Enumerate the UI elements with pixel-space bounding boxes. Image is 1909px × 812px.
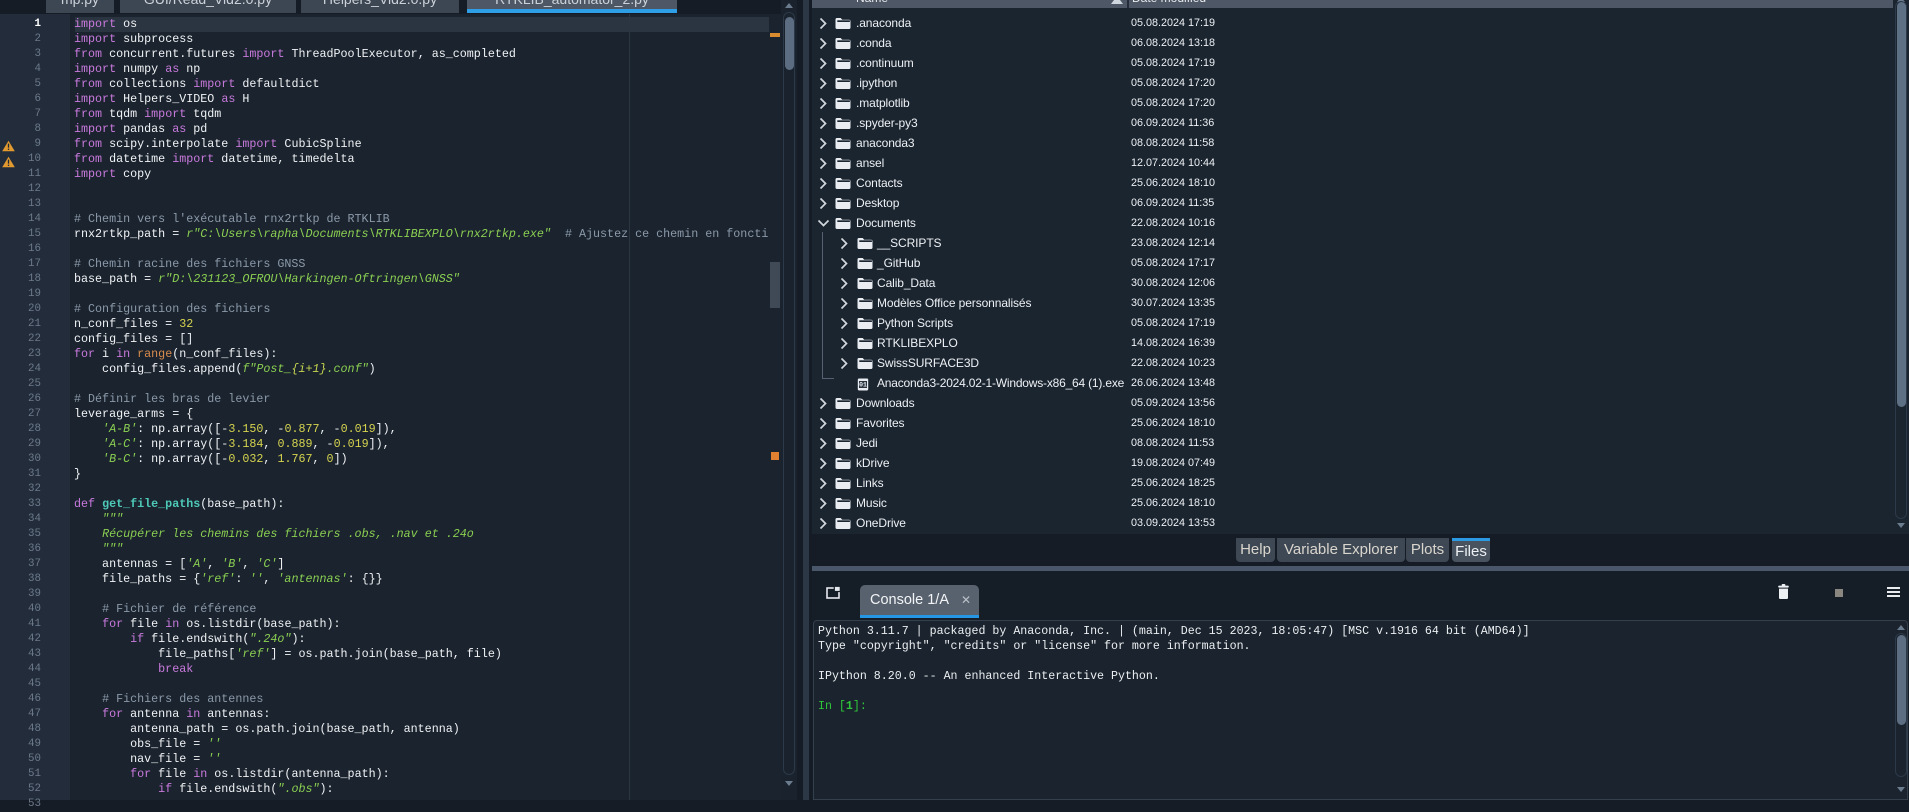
svg-text:01: 01 (859, 381, 867, 388)
